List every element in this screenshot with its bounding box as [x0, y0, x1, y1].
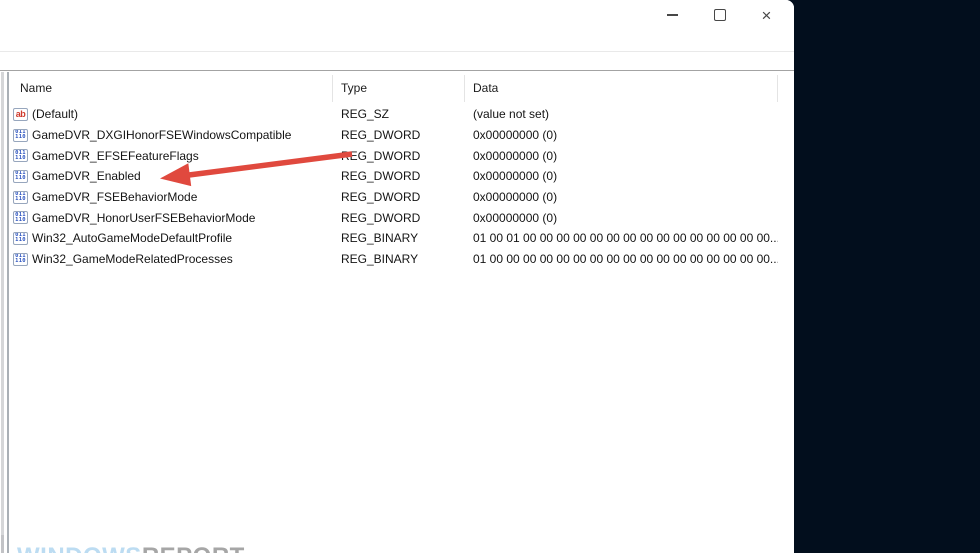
minimize-icon — [667, 14, 678, 16]
values-list: Name Type Data ab (Default) REG_SZ (valu… — [10, 71, 794, 553]
list-rows: ab (Default) REG_SZ (value not set) 0111… — [10, 104, 794, 270]
value-name: GameDVR_FSEBehaviorMode — [32, 190, 197, 204]
close-icon — [762, 7, 772, 24]
value-name-cell: 011110 GameDVR_DXGIHonorFSEWindowsCompat… — [10, 128, 333, 142]
value-name-cell: 011110 GameDVR_HonorUserFSEBehaviorMode — [10, 211, 333, 225]
value-data: 0x00000000 (0) — [465, 169, 778, 183]
registry-editor-window: Name Type Data ab (Default) REG_SZ (valu… — [0, 0, 794, 553]
value-name: GameDVR_Enabled — [32, 169, 141, 183]
registry-value-row[interactable]: 011110 GameDVR_EFSEFeatureFlags REG_DWOR… — [10, 145, 794, 166]
registry-value-row[interactable]: 011110 GameDVR_Enabled REG_DWORD 0x00000… — [10, 166, 794, 187]
value-type: REG_DWORD — [333, 128, 465, 142]
value-type: REG_DWORD — [333, 149, 465, 163]
value-data: 0x00000000 (0) — [465, 211, 778, 225]
value-type: REG_DWORD — [333, 190, 465, 204]
binary-value-icon: 011110 — [13, 129, 28, 142]
registry-value-row[interactable]: 011110 Win32_AutoGameModeDefaultProfile … — [10, 228, 794, 249]
value-type: REG_DWORD — [333, 211, 465, 225]
value-data: 01 00 01 00 00 00 00 00 00 00 00 00 00 0… — [465, 231, 778, 245]
value-name: GameDVR_DXGIHonorFSEWindowsCompatible — [32, 128, 291, 142]
registry-value-row[interactable]: 011110 GameDVR_DXGIHonorFSEWindowsCompat… — [10, 125, 794, 146]
value-data: 0x00000000 (0) — [465, 128, 778, 142]
watermark-part2: REPORT — [142, 543, 245, 553]
close-button[interactable] — [743, 0, 790, 30]
registry-value-row[interactable]: ab (Default) REG_SZ (value not set) — [10, 104, 794, 125]
value-data: (value not set) — [465, 107, 778, 121]
value-type: REG_BINARY — [333, 231, 465, 245]
watermark: WINDOWSREPORT — [17, 543, 245, 553]
registry-value-row[interactable]: 011110 GameDVR_HonorUserFSEBehaviorMode … — [10, 207, 794, 228]
value-data: 01 00 00 00 00 00 00 00 00 00 00 00 00 0… — [465, 252, 778, 266]
pane-divider[interactable] — [7, 72, 9, 553]
value-name-cell: 011110 GameDVR_EFSEFeatureFlags — [10, 149, 333, 163]
binary-value-icon: 011110 — [13, 191, 28, 204]
minimize-button[interactable] — [649, 0, 696, 30]
maximize-button[interactable] — [696, 0, 743, 30]
titlebar — [0, 0, 794, 51]
registry-value-row[interactable]: 011110 GameDVR_FSEBehaviorMode REG_DWORD… — [10, 187, 794, 208]
column-header-name[interactable]: Name — [10, 75, 333, 102]
value-data: 0x00000000 (0) — [465, 190, 778, 204]
registry-value-row[interactable]: 011110 Win32_GameModeRelatedProcesses RE… — [10, 249, 794, 270]
value-name: Win32_AutoGameModeDefaultProfile — [32, 231, 232, 245]
binary-value-icon: 011110 — [13, 170, 28, 183]
string-value-icon: ab — [13, 108, 28, 121]
watermark-part1: WINDOWS — [17, 543, 142, 553]
value-type: REG_DWORD — [333, 169, 465, 183]
menubar-divider — [0, 51, 794, 52]
binary-value-icon: 011110 — [13, 211, 28, 224]
value-type: REG_BINARY — [333, 252, 465, 266]
binary-value-icon: 011110 — [13, 253, 28, 266]
value-name-cell: 011110 Win32_AutoGameModeDefaultProfile — [10, 231, 333, 245]
value-name-cell: 011110 GameDVR_FSEBehaviorMode — [10, 190, 333, 204]
binary-value-icon: 011110 — [13, 232, 28, 245]
value-name: GameDVR_HonorUserFSEBehaviorMode — [32, 211, 255, 225]
list-header: Name Type Data — [10, 71, 794, 104]
screen: Name Type Data ab (Default) REG_SZ (valu… — [0, 0, 980, 553]
maximize-icon — [714, 9, 726, 21]
value-name-cell: ab (Default) — [10, 107, 333, 121]
value-name: (Default) — [32, 107, 78, 121]
binary-value-icon: 011110 — [13, 149, 28, 162]
value-data: 0x00000000 (0) — [465, 149, 778, 163]
window-controls — [649, 0, 790, 30]
tree-pane-scrollbar[interactable] — [1, 72, 4, 553]
value-name: Win32_GameModeRelatedProcesses — [32, 252, 233, 266]
column-header-type[interactable]: Type — [333, 75, 465, 102]
value-name-cell: 011110 Win32_GameModeRelatedProcesses — [10, 252, 333, 266]
column-header-data[interactable]: Data — [465, 75, 778, 102]
value-name: GameDVR_EFSEFeatureFlags — [32, 149, 199, 163]
value-type: REG_SZ — [333, 107, 465, 121]
value-name-cell: 011110 GameDVR_Enabled — [10, 169, 333, 183]
